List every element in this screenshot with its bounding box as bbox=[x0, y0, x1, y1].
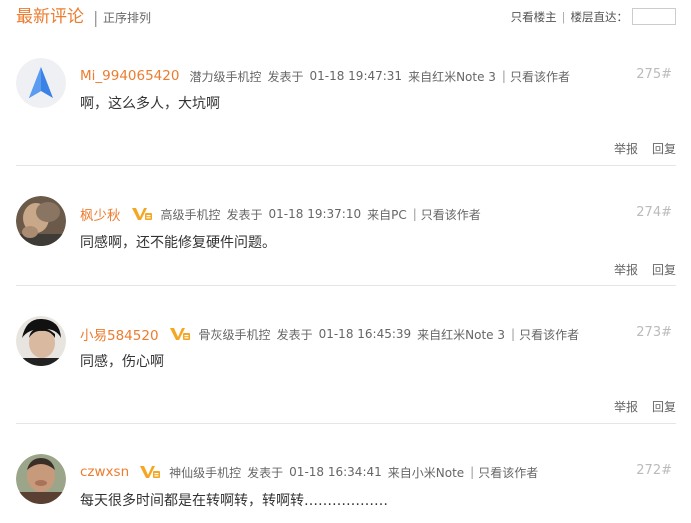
report-button[interactable]: 举报 bbox=[614, 140, 638, 157]
post-source: 来自红米Note 3 bbox=[408, 69, 496, 84]
only-owner-link[interactable]: 只看楼主 bbox=[511, 9, 557, 25]
vip-badge-icon bbox=[169, 328, 190, 340]
floor-number: 274# bbox=[636, 205, 672, 220]
comment-meta: 小易584520 骨灰级手机控 发表于 01-18 16:45:39 来自红米N… bbox=[80, 324, 579, 344]
comment-actions: 举报 回复 bbox=[614, 261, 676, 278]
report-button[interactable]: 举报 bbox=[614, 261, 638, 278]
user-level: 神仙级手机控 bbox=[169, 465, 242, 480]
jump-floor-label: 楼层直达： bbox=[570, 9, 629, 24]
avatar[interactable] bbox=[16, 316, 66, 366]
comment-meta: 枫少秋 高级手机控 发表于 01-18 19:37:10 来自PC | 只看该作… bbox=[80, 204, 481, 224]
header-tools: 只看楼主 | 楼层直达： bbox=[511, 8, 676, 25]
meta-divider: | bbox=[501, 69, 506, 83]
comment-actions: 举报 回复 bbox=[614, 140, 676, 157]
post-source: 来自小米Note bbox=[387, 465, 465, 480]
username-link[interactable]: 小易584520 bbox=[80, 324, 159, 344]
reply-button[interactable]: 回复 bbox=[652, 140, 676, 157]
comment-content: 每天很多时间都是在转啊转，转啊转……………… bbox=[80, 493, 388, 509]
posted-label: 发表于 bbox=[247, 465, 284, 480]
reply-button[interactable]: 回复 bbox=[652, 398, 676, 415]
report-button[interactable]: 举报 bbox=[614, 398, 638, 415]
comment-meta: Mi_994065420 潜力级手机控 发表于 01-18 19:47:31 来… bbox=[80, 67, 570, 85]
comment-divider bbox=[16, 285, 676, 286]
avatar[interactable] bbox=[16, 58, 66, 108]
user-level: 潜力级手机控 bbox=[189, 69, 262, 84]
navigation-arrow-icon bbox=[16, 58, 66, 108]
post-time: 01-18 16:34:41 bbox=[289, 465, 382, 479]
comments-title: 最新评论 bbox=[16, 7, 84, 27]
avatar[interactable] bbox=[16, 196, 66, 246]
header-tools-divider: | bbox=[561, 9, 566, 24]
post-time: 01-18 16:45:39 bbox=[318, 327, 412, 341]
posted-label: 发表于 bbox=[276, 327, 313, 342]
posted-label: 发表于 bbox=[226, 207, 263, 222]
only-author-link[interactable]: 只看该作者 bbox=[510, 68, 570, 85]
post-source: 来自红米Note 3 bbox=[417, 327, 506, 342]
sort-order-link[interactable]: 正序排列 bbox=[103, 10, 151, 26]
user-photo-icon bbox=[16, 454, 66, 504]
username-link[interactable]: 枫少秋 bbox=[80, 204, 121, 224]
comment-content: 啊，这么多人，大坑啊 bbox=[80, 96, 220, 112]
user-level: 骨灰级手机控 bbox=[198, 327, 271, 342]
comment-item: Mi_994065420 潜力级手机控 发表于 01-18 19:47:31 来… bbox=[16, 58, 676, 166]
reply-button[interactable]: 回复 bbox=[652, 261, 676, 278]
avatar[interactable] bbox=[16, 454, 66, 504]
only-author-link[interactable]: 只看该作者 bbox=[519, 326, 579, 343]
comment-item: czwxsn 神仙级手机控 发表于 01-18 16:34:41 来自小米Not… bbox=[16, 454, 676, 523]
floor-number: 273# bbox=[636, 325, 672, 340]
comment-content: 同感，伤心啊 bbox=[80, 354, 164, 370]
post-time: 01-18 19:47:31 bbox=[309, 69, 403, 83]
header-divider: | bbox=[93, 8, 99, 27]
comment-item: 枫少秋 高级手机控 发表于 01-18 19:37:10 来自PC | 只看该作… bbox=[16, 196, 676, 286]
vip-badge-icon bbox=[131, 208, 152, 220]
meta-divider: | bbox=[511, 327, 516, 341]
jump-floor-input[interactable] bbox=[632, 8, 676, 25]
meta-divider: | bbox=[470, 465, 475, 479]
comment-item: 小易584520 骨灰级手机控 发表于 01-18 16:45:39 来自红米N… bbox=[16, 316, 676, 424]
post-time: 01-18 19:37:10 bbox=[268, 207, 362, 221]
post-source: 来自PC bbox=[367, 207, 407, 222]
comments-header: 最新评论 | 正序排列 只看楼主 | 楼层直达： bbox=[16, 6, 676, 30]
only-author-link[interactable]: 只看该作者 bbox=[478, 464, 538, 481]
only-author-link[interactable]: 只看该作者 bbox=[421, 206, 481, 223]
meta-divider: | bbox=[412, 207, 417, 221]
comment-content: 同感啊，还不能修复硬件问题。 bbox=[80, 235, 276, 251]
user-photo-icon bbox=[16, 316, 66, 366]
username-link[interactable]: czwxsn bbox=[80, 464, 129, 480]
comment-actions: 举报 回复 bbox=[614, 398, 676, 415]
floor-number: 272# bbox=[636, 463, 672, 478]
comment-meta: czwxsn 神仙级手机控 发表于 01-18 16:34:41 来自小米Not… bbox=[80, 463, 538, 481]
posted-label: 发表于 bbox=[267, 69, 304, 84]
floor-number: 275# bbox=[636, 67, 672, 82]
user-photo-icon bbox=[16, 196, 66, 246]
username-link[interactable]: Mi_994065420 bbox=[80, 68, 179, 84]
vip-badge-icon bbox=[140, 466, 161, 478]
comment-divider bbox=[16, 165, 676, 166]
user-level: 高级手机控 bbox=[160, 207, 221, 222]
comment-divider bbox=[16, 423, 676, 424]
